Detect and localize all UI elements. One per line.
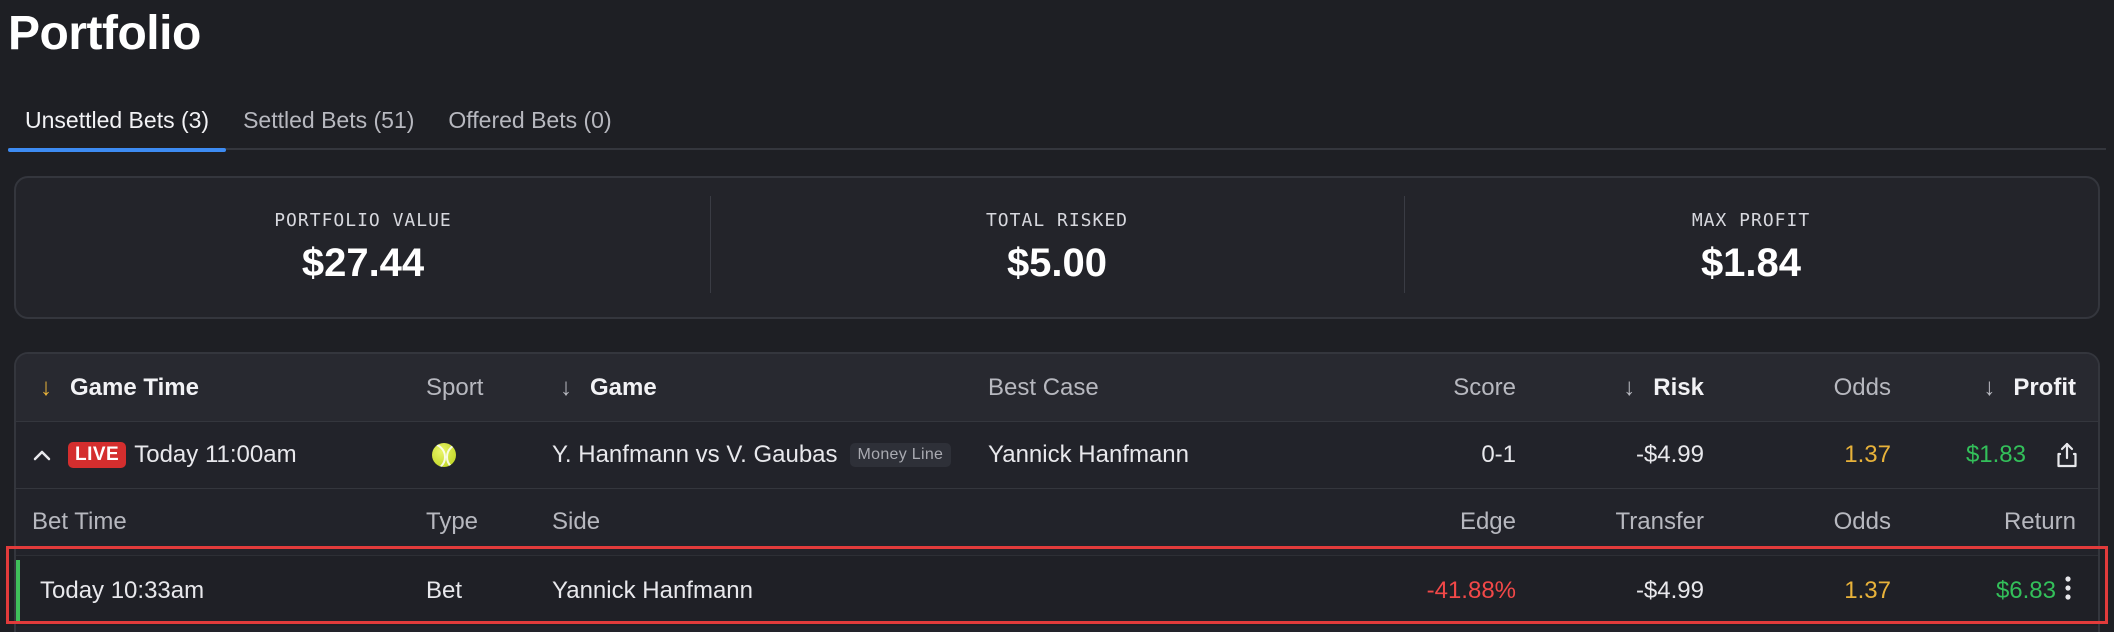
bet-header-transfer: Transfer [1615, 508, 1704, 535]
portfolio-summary: PORTFOLIO VALUE $27.44 TOTAL RISKED $5.0… [14, 176, 2100, 319]
tab-settled-bets[interactable]: Settled Bets (51) [226, 90, 431, 150]
bet-return-value: $6.83 [1995, 577, 2056, 604]
game-time-cell: LIVE Today 11:00am [32, 422, 297, 488]
table-row-game[interactable]: LIVE Today 11:00am Y. Hanfmann vs V. Gau… [16, 422, 2098, 489]
bet-transfer-value: -$4.99 [1635, 577, 1704, 604]
bet-header-row: Bet Time Type Side Edge Transfer Odds Re… [16, 489, 2098, 556]
portfolio-value-label: PORTFOLIO VALUE [274, 209, 452, 231]
column-header-profit[interactable]: ↓ Profit [1896, 354, 2076, 421]
column-header-label: Game Time [70, 373, 199, 401]
odds-value: 1.37 [1844, 441, 1891, 468]
tab-unsettled-bets[interactable]: Unsettled Bets (3) [8, 90, 227, 152]
table-row-bet[interactable]: Today 10:33am Bet Yannick Hanfmann -41.8… [16, 556, 2098, 626]
bet-type-value: Bet [426, 577, 463, 604]
bet-header-type: Type [426, 508, 479, 535]
score-value: 0-1 [1481, 441, 1516, 468]
column-header-label: Game [590, 373, 657, 401]
column-header-label: Profit [2013, 373, 2076, 401]
tab-offered-bets[interactable]: Offered Bets (0) [431, 90, 628, 150]
max-profit-label: MAX PROFIT [1691, 209, 1811, 231]
table-header-row: ↓ Game Time Sport ↓ Game Best Case Score… [16, 354, 2098, 422]
kebab-menu-icon [2064, 575, 2072, 608]
live-badge: LIVE [68, 442, 127, 468]
bet-header-return: Return [2003, 508, 2076, 535]
column-header-best-case: Best Case [988, 373, 1099, 401]
column-header-score: Score [1453, 373, 1516, 401]
bet-side-value: Yannick Hanfmann [552, 577, 753, 604]
bet-header-side: Side [552, 508, 601, 535]
sort-arrow-down-icon: ↓ [560, 373, 572, 401]
bet-header-odds: Odds [1833, 508, 1891, 535]
column-header-game[interactable]: ↓ Game [560, 354, 657, 421]
sort-arrow-down-icon: ↓ [1983, 373, 1996, 401]
sort-arrow-down-icon: ↓ [1623, 373, 1636, 401]
page-title: Portfolio [8, 7, 201, 60]
game-time: Today 11:00am [134, 441, 297, 468]
risk-value: -$4.99 [1635, 441, 1704, 468]
profit-value: $1.83 [1965, 441, 2026, 468]
total-risked-label: TOTAL RISKED [985, 209, 1129, 231]
best-case-value: Yannick Hanfmann [988, 441, 1189, 468]
max-profit-card: MAX PROFIT $1.84 [1404, 178, 2098, 317]
bet-header-edge: Edge [1459, 508, 1516, 535]
bet-time-value: Today 10:33am [40, 577, 205, 604]
total-risked-card: TOTAL RISKED $5.00 [710, 178, 1404, 317]
bet-header-bet-time: Bet Time [32, 508, 127, 535]
tennis-ball-icon [432, 443, 456, 467]
market-badge: Money Line [849, 443, 952, 467]
column-header-game-time[interactable]: ↓ Game Time [40, 354, 199, 421]
game-cell: Y. Hanfmann vs V. Gaubas Money Line [552, 422, 952, 488]
max-profit-value: $1.84 [1700, 240, 1802, 285]
portfolio-value: $27.44 [301, 240, 425, 285]
column-header-risk[interactable]: ↓ Risk [1516, 354, 1704, 421]
share-button[interactable] [2056, 422, 2078, 488]
total-risked-value: $5.00 [1006, 240, 1108, 285]
chevron-up-icon[interactable] [32, 442, 52, 468]
share-icon [2056, 442, 2078, 468]
tab-bar: Unsettled Bets (3) Settled Bets (51) Off… [8, 90, 2106, 152]
bets-table: ↓ Game Time Sport ↓ Game Best Case Score… [14, 352, 2100, 632]
bet-edge-value: -41.88% [1426, 577, 1516, 604]
bet-odds-value: 1.37 [1844, 577, 1891, 604]
column-header-sport: Sport [426, 373, 484, 401]
column-header-label: Risk [1653, 373, 1704, 401]
bet-options-button[interactable] [2064, 556, 2072, 626]
portfolio-value-card: PORTFOLIO VALUE $27.44 [16, 178, 710, 317]
sport-cell [432, 422, 456, 488]
status-indicator-bar [16, 560, 20, 622]
column-header-odds: Odds [1833, 373, 1891, 401]
game-matchup: Y. Hanfmann vs V. Gaubas [552, 441, 838, 468]
sort-arrow-down-icon: ↓ [40, 373, 52, 401]
